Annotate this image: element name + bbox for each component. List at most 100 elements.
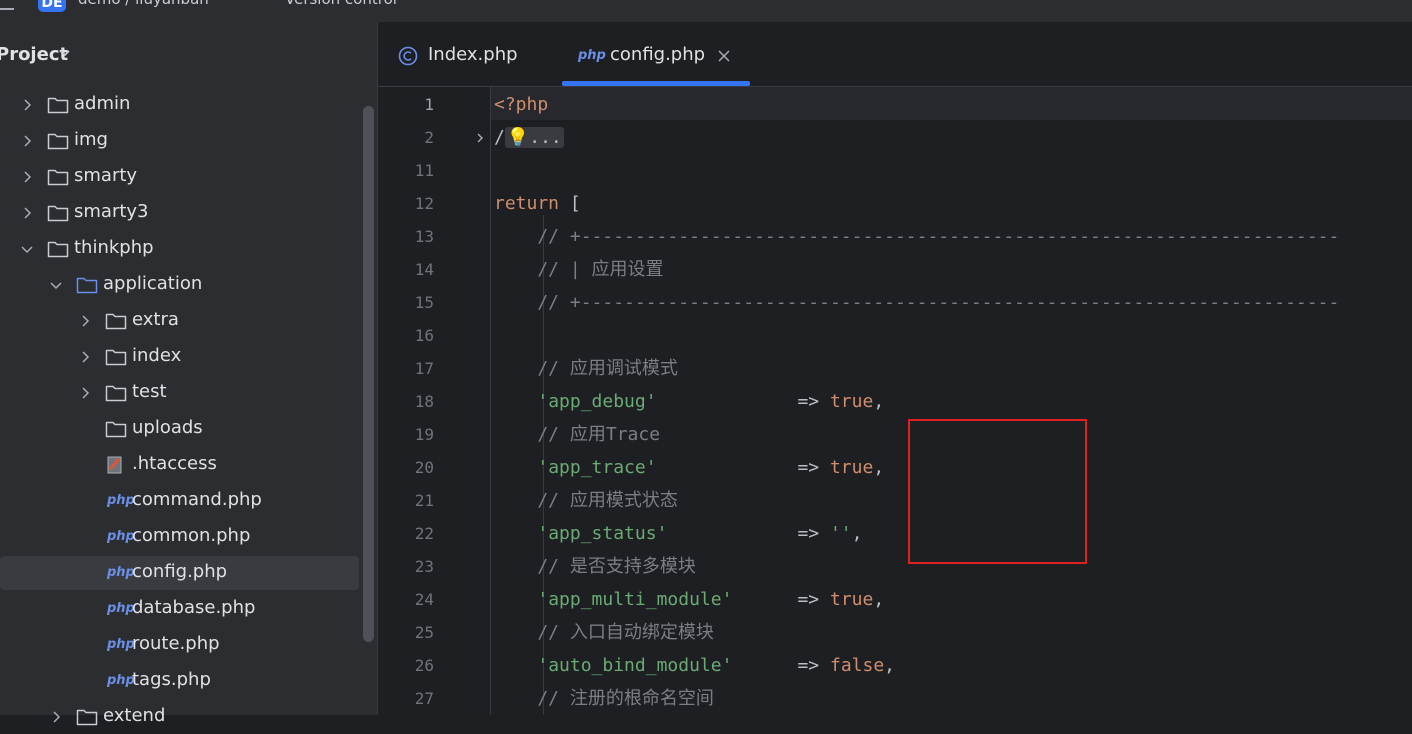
line-number: 2 xyxy=(424,128,434,147)
fold-chevron-right-icon[interactable] xyxy=(474,132,486,144)
chevron-right-icon[interactable] xyxy=(78,386,92,400)
code-token: 'app_debug' xyxy=(537,391,657,412)
tree-item-smarty3[interactable]: smarty3 xyxy=(0,196,360,230)
editor-pane: Index.php php config.php 1 2 11 12 13 14 15 16 1… xyxy=(378,22,1412,715)
tree-item-label: img xyxy=(74,129,108,150)
php-file-icon: php xyxy=(107,529,135,544)
chevron-down-icon[interactable] xyxy=(20,242,34,256)
code-line: // 应用调试模式 xyxy=(494,352,678,385)
tree-item-config-php[interactable]: php config.php xyxy=(0,556,359,590)
line-number: 24 xyxy=(414,590,434,609)
tree-item-application[interactable]: application xyxy=(0,268,360,302)
tree-item-htaccess[interactable]: .htaccess xyxy=(0,448,360,482)
tree-item-common-php[interactable]: php common.php xyxy=(0,520,360,554)
tree-item-index[interactable]: index xyxy=(0,340,360,374)
tree-item-label: smarty3 xyxy=(74,201,149,222)
line-number: 16 xyxy=(414,326,434,345)
project-sidebar: Project admin img smarty smarty3 thinkphp app… xyxy=(0,22,378,726)
php-icon: php xyxy=(578,48,606,63)
tree-item-label: command.php xyxy=(132,489,262,510)
line-number: 1 xyxy=(424,95,434,114)
hamburger-menu-icon[interactable] xyxy=(0,0,14,10)
folder-icon xyxy=(47,133,69,150)
chevron-right-icon[interactable] xyxy=(20,206,34,220)
chevron-right-icon[interactable] xyxy=(20,170,34,184)
tree-item-label: test xyxy=(132,381,167,402)
code-token: , xyxy=(873,589,885,610)
annotation-highlight-box xyxy=(908,419,1087,564)
tree-item-tags-php[interactable]: php tags.php xyxy=(0,664,360,698)
code-line: 'app_status' => '', xyxy=(494,517,863,550)
line-number: 25 xyxy=(414,623,434,642)
tree-item-thinkphp[interactable]: thinkphp xyxy=(0,232,360,266)
code-line: // 应用模式状态 xyxy=(494,484,678,517)
tree-item-label: tags.php xyxy=(132,669,211,690)
version-control-menu[interactable]: Version control xyxy=(285,0,397,8)
tree-item-database-php[interactable]: php database.php xyxy=(0,592,360,626)
folder-icon xyxy=(47,241,69,258)
tree-item-extend[interactable]: extend xyxy=(0,700,360,734)
code-token: 'app_status' xyxy=(537,523,668,544)
title-bar: DE demo / liuyanban Version control xyxy=(0,0,1412,23)
folded-region[interactable]: 💡... xyxy=(504,127,564,148)
tree-item-admin[interactable]: admin xyxy=(0,88,360,122)
code-token: // 应用Trace xyxy=(494,424,661,445)
chevron-down-icon[interactable] xyxy=(58,46,72,60)
tree-item-extra[interactable]: extra xyxy=(0,304,360,338)
project-name[interactable]: demo / liuyanban xyxy=(78,0,209,8)
tree-item-label: index xyxy=(132,345,182,366)
code-token: // 应用模式状态 xyxy=(494,490,678,511)
project-badge[interactable]: DE xyxy=(38,0,66,12)
line-number: 18 xyxy=(414,392,434,411)
chevron-right-icon[interactable] xyxy=(20,134,34,148)
line-number: 26 xyxy=(414,656,434,675)
tree-item-command-php[interactable]: php command.php xyxy=(0,484,360,518)
code-line: // +------------------------------------… xyxy=(494,220,1339,253)
chevron-right-icon[interactable] xyxy=(78,314,92,328)
line-number: 20 xyxy=(414,458,434,477)
folder-icon xyxy=(105,313,127,330)
code-line: 'app_multi_module' => true, xyxy=(494,583,884,616)
tab-index-php[interactable]: Index.php xyxy=(398,22,548,86)
chevron-down-icon[interactable] xyxy=(49,278,63,292)
code-editor[interactable]: <?php / 💡... return [ // +-----------------… xyxy=(491,87,1412,715)
code-token: / xyxy=(494,127,505,148)
code-line: 'app_debug' => true, xyxy=(494,385,884,418)
code-line: // +------------------------------------… xyxy=(494,286,1339,319)
code-token: // +------------------------------------… xyxy=(494,292,1340,313)
code-token: => xyxy=(667,523,830,544)
line-number: 15 xyxy=(414,293,434,312)
line-number: 13 xyxy=(414,227,434,246)
chevron-right-icon[interactable] xyxy=(20,98,34,112)
chevron-right-icon[interactable] xyxy=(78,350,92,364)
active-tab-indicator xyxy=(562,81,750,86)
tree-item-test[interactable]: test xyxy=(0,376,360,410)
code-token: 'auto_bind_module' xyxy=(537,655,733,676)
php-file-icon: php xyxy=(107,601,135,616)
tree-item-smarty[interactable]: smarty xyxy=(0,160,360,194)
code-token: false xyxy=(829,655,885,676)
code-token: 'app_trace' xyxy=(537,457,657,478)
code-token: => xyxy=(732,655,830,676)
php-file-icon: php xyxy=(107,565,135,580)
folder-icon xyxy=(76,709,98,726)
tree-item-uploads[interactable]: uploads xyxy=(0,412,360,446)
code-token: , xyxy=(851,523,863,544)
tab-config-php[interactable]: php config.php xyxy=(578,22,748,86)
tree-item-route-php[interactable]: php route.php xyxy=(0,628,360,662)
line-number: 11 xyxy=(414,161,434,180)
php-file-icon: php xyxy=(107,637,135,652)
line-number: 22 xyxy=(414,524,434,543)
line-number: 17 xyxy=(414,359,434,378)
sidebar-scrollbar[interactable] xyxy=(363,106,374,642)
close-icon[interactable] xyxy=(718,50,730,62)
class-icon xyxy=(398,46,418,66)
line-number: 12 xyxy=(414,194,434,213)
tree-item-img[interactable]: img xyxy=(0,124,360,158)
code-line: 'app_trace' => true, xyxy=(494,451,884,484)
editor-tab-bar: Index.php php config.php xyxy=(378,22,1412,87)
chevron-right-icon[interactable] xyxy=(49,710,63,724)
code-line: // 注册的根命名空间 xyxy=(494,682,714,715)
